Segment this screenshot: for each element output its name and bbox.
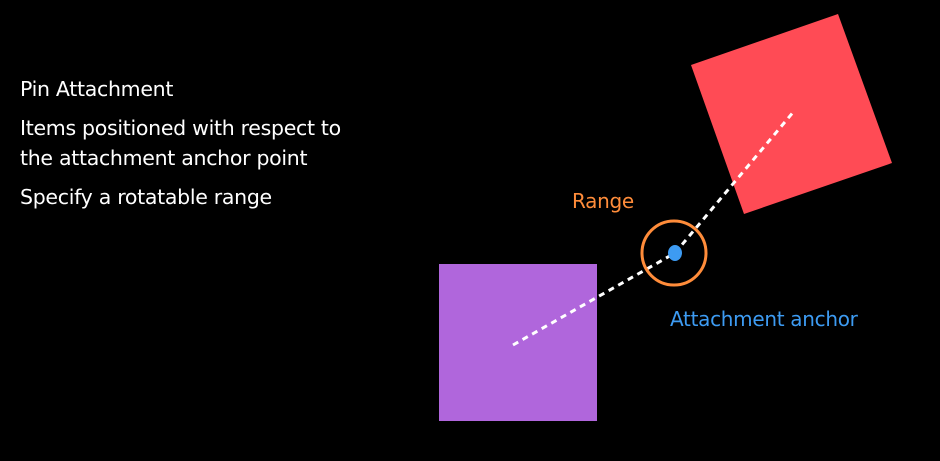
attachment-anchor-point [668,245,682,261]
attachment-anchor-label: Attachment anchor [670,307,859,331]
range-label: Range [572,189,634,213]
pin-attachment-diagram: Range Attachment anchor [439,14,892,421]
